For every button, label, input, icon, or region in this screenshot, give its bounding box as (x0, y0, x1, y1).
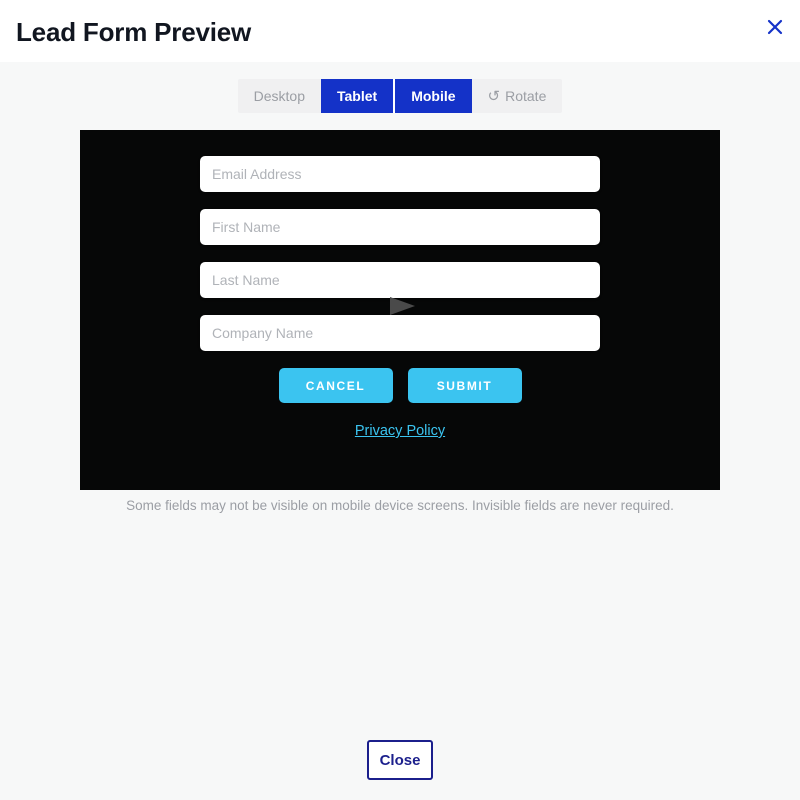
device-button-desktop[interactable]: Desktop (237, 79, 321, 113)
close-button[interactable]: Close (367, 740, 433, 780)
device-button-rotate[interactable]: ↺ Rotate (471, 79, 563, 113)
device-button-tablet[interactable]: Tablet (320, 79, 394, 113)
lead-form-fields: Email Address First Name Last Name Compa… (200, 156, 600, 368)
device-button-tablet-label: Tablet (336, 88, 378, 104)
close-icon-glyph (767, 19, 783, 35)
email-field-placeholder: Email Address (212, 166, 302, 182)
helper-note: Some fields may not be visible on mobile… (126, 498, 674, 513)
device-button-rotate-label: Rotate (505, 88, 547, 104)
device-button-group: Desktop Tablet Mobile ↺ Rotate (237, 79, 563, 113)
submit-button[interactable]: SUBMIT (407, 368, 522, 403)
device-button-mobile[interactable]: Mobile (393, 79, 472, 113)
device-toolbar: Desktop Tablet Mobile ↺ Rotate (0, 62, 800, 130)
privacy-policy-link[interactable]: Privacy Policy (355, 423, 445, 439)
modal-footer: Close (0, 740, 800, 780)
page-title: Lead Form Preview (16, 17, 252, 47)
device-button-desktop-label: Desktop (253, 88, 305, 104)
first-name-field[interactable]: First Name (200, 209, 600, 245)
lead-form-actions: CANCEL SUBMIT (80, 368, 720, 403)
play-triangle-icon (390, 297, 415, 315)
last-name-field[interactable]: Last Name (200, 262, 600, 298)
modal-header: Lead Form Preview (0, 0, 800, 62)
first-name-field-placeholder: First Name (212, 219, 281, 235)
last-name-field-placeholder: Last Name (212, 272, 280, 288)
rotate-icon: ↺ (487, 87, 501, 105)
device-button-mobile-label: Mobile (411, 88, 456, 104)
cancel-button[interactable]: CANCEL (278, 368, 393, 403)
privacy-policy-row: Privacy Policy (80, 422, 720, 440)
close-icon[interactable] (762, 14, 788, 40)
company-name-field[interactable]: Company Name (200, 315, 600, 351)
company-name-field-placeholder: Company Name (212, 325, 314, 341)
email-field[interactable]: Email Address (200, 156, 600, 192)
form-preview-panel: Email Address First Name Last Name Compa… (80, 130, 720, 490)
